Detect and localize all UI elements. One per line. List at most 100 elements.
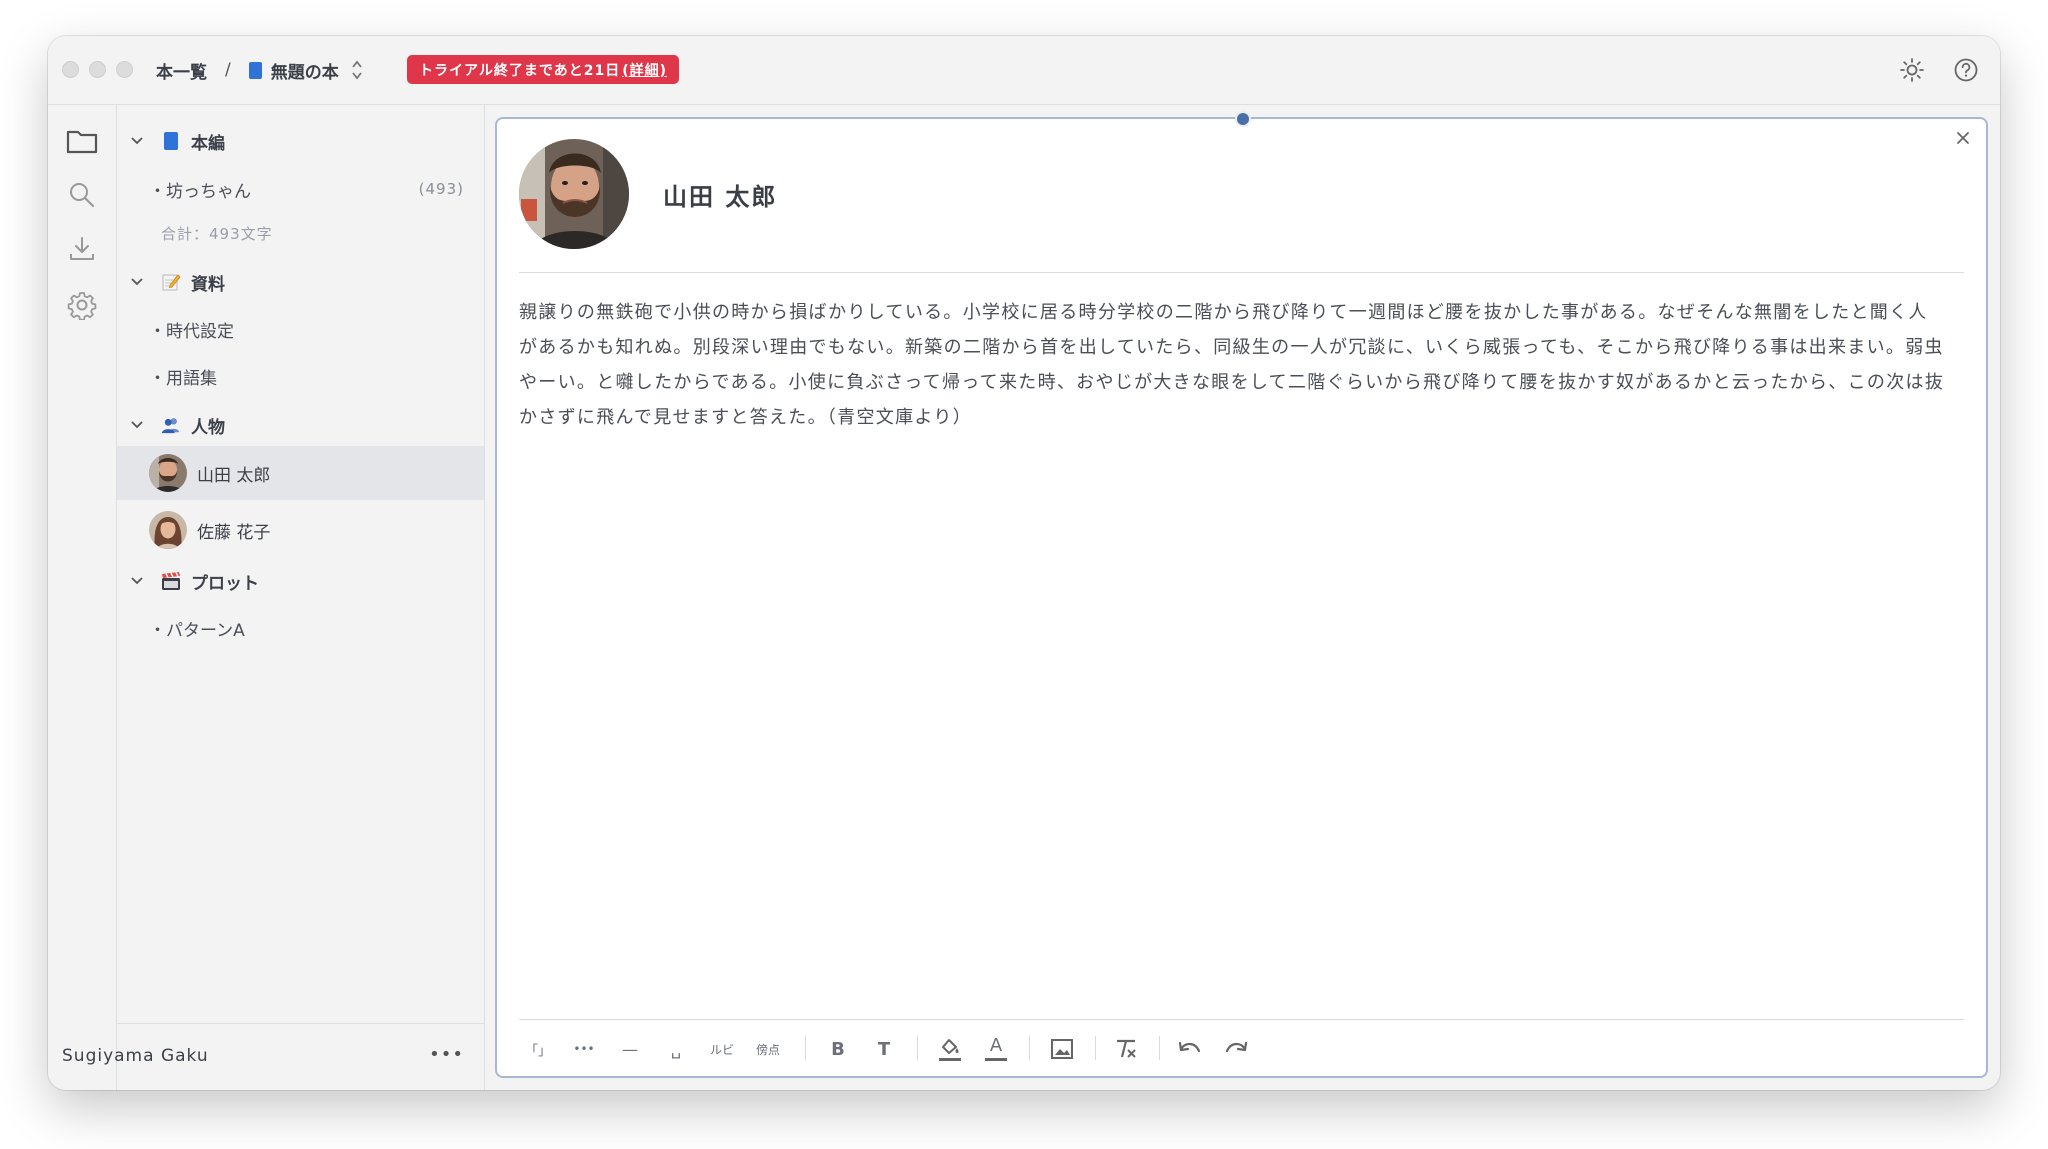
brackets-label: 「」: [524, 1043, 551, 1059]
tree-item-person-sato[interactable]: 佐藤 花子: [117, 503, 484, 557]
tree-item-yougo[interactable]: ・用語集: [117, 356, 484, 396]
breadcrumb-current-book[interactable]: 無題の本: [271, 58, 339, 83]
font-color-label: A: [989, 1035, 1003, 1056]
book-icon: [161, 131, 181, 151]
text-size-label: T: [877, 1038, 891, 1060]
highlight-icon: [939, 1039, 961, 1061]
tree-group-honpen[interactable]: 本編: [117, 121, 484, 161]
insert-ellipsis-button[interactable]: •••: [569, 1034, 599, 1064]
minimize-window-button[interactable]: [89, 61, 106, 78]
tree-item-label: ・坊っちゃん: [149, 181, 251, 202]
tree-item-label: ・時代設定: [149, 321, 234, 342]
image-icon: [1051, 1039, 1073, 1059]
character-avatar[interactable]: [519, 139, 629, 249]
toolbar-separator: [917, 1036, 918, 1060]
tree-item-label: 山田 太郎: [197, 465, 271, 486]
char-count: (493): [418, 180, 464, 198]
tree-item-label: 佐藤 花子: [197, 522, 271, 543]
chevron-down-icon[interactable]: [129, 417, 145, 433]
gear-icon: [67, 292, 97, 320]
export-nav-button[interactable]: [64, 231, 100, 267]
main-area: 山田 太郎 親譲りの無鉄砲で小供の時から損ばかりしている。小学校に居る時分学校の…: [485, 105, 2000, 1090]
resize-handle[interactable]: [1235, 111, 1251, 127]
search-nav-button[interactable]: [64, 177, 100, 213]
toolbar-separator: [1095, 1036, 1096, 1060]
ellipsis-label: •••: [573, 1042, 595, 1056]
breadcrumb-book-list[interactable]: 本一覧: [156, 58, 207, 83]
bold-label: B: [831, 1038, 845, 1060]
character-notes-text[interactable]: 親譲りの無鉄砲で小供の時から損ばかりしている。小学校に居る時分学校の二階から飛び…: [519, 295, 1946, 435]
document-tree: 本編 ・坊っちゃん (493) 合計：493文字 資料 ・時代設定 ・用語集 人…: [62, 105, 485, 1090]
tree-item-botchan[interactable]: ・坊っちゃん (493): [117, 169, 484, 209]
tree-group-jinbutsu[interactable]: 人物: [117, 405, 484, 445]
ruby-button[interactable]: ルビ: [707, 1034, 737, 1064]
toolbar-separator: [1029, 1036, 1030, 1060]
character-editor-panel: 山田 太郎 親譲りの無鉄砲で小供の時から損ばかりしている。小学校に居る時分学校の…: [495, 111, 1988, 1078]
space-label: ␣: [670, 1039, 682, 1059]
bold-button[interactable]: B: [823, 1034, 853, 1064]
titlebar-actions: [1898, 56, 1980, 84]
format-toolbar: 「」 ••• — ␣ ルビ 傍点 B T A: [519, 1019, 1964, 1076]
highlight-button[interactable]: [935, 1034, 965, 1064]
insert-image-button[interactable]: [1047, 1034, 1077, 1064]
font-color-icon: A: [985, 1037, 1007, 1061]
theme-toggle-button[interactable]: [1898, 56, 1926, 84]
memo-icon: [161, 272, 181, 292]
close-panel-button[interactable]: [1952, 127, 1974, 149]
breadcrumb-separator: /: [225, 60, 231, 80]
close-icon: [1957, 132, 1969, 144]
chevron-down-icon[interactable]: [129, 133, 145, 149]
clear-format-icon: [1117, 1039, 1136, 1058]
dash-label: —: [622, 1039, 638, 1059]
text-size-button[interactable]: T: [869, 1034, 899, 1064]
tree-group-label: プロット: [191, 573, 259, 594]
search-icon: [70, 183, 95, 208]
redo-button[interactable]: [1221, 1034, 1251, 1064]
sidebar-footer: Sugiyama Gaku •••: [62, 1023, 484, 1090]
clapperboard-icon: [161, 571, 181, 591]
book-icon: [248, 61, 262, 79]
sun-icon: [1900, 58, 1924, 82]
undo-button[interactable]: [1175, 1034, 1205, 1064]
tree-item-pattern[interactable]: ・パターンA: [117, 608, 484, 648]
title-bar: 本一覧 / 無題の本 トライアル終了まであと21日 (詳細): [48, 36, 2000, 105]
settings-nav-button[interactable]: [64, 287, 100, 323]
tree-item-jidai[interactable]: ・時代設定: [117, 309, 484, 349]
more-options-button[interactable]: •••: [429, 1044, 464, 1065]
ruby-label: ルビ: [709, 1042, 734, 1057]
tree-group-plot[interactable]: プロット: [117, 561, 484, 601]
user-name[interactable]: Sugiyama Gaku: [62, 1046, 209, 1066]
trial-badge[interactable]: トライアル終了まであと21日 (詳細): [407, 55, 679, 84]
help-button[interactable]: [1952, 56, 1980, 84]
total-char-count: 合計：493文字: [161, 224, 273, 243]
avatar: [149, 454, 187, 492]
folder-icon: [66, 130, 98, 154]
folder-nav-button[interactable]: [64, 123, 100, 159]
emphasis-label: 傍点: [755, 1042, 780, 1057]
divider: [519, 272, 1964, 273]
chevron-updown-icon[interactable]: [351, 59, 363, 81]
tree-group-label: 人物: [191, 417, 225, 438]
toolbar-separator: [1159, 1036, 1160, 1060]
tree-group-label: 本編: [191, 133, 225, 154]
tree-group-label: 資料: [191, 274, 225, 295]
avatar: [149, 511, 187, 549]
tree-item-person-yamada[interactable]: 山田 太郎: [117, 446, 484, 500]
redo-icon: [1225, 1041, 1248, 1053]
undo-icon: [1178, 1041, 1201, 1053]
chevron-down-icon[interactable]: [129, 274, 145, 290]
tree-group-shiryo[interactable]: 資料: [117, 262, 484, 302]
insert-brackets-button[interactable]: 「」: [523, 1034, 553, 1064]
zoom-window-button[interactable]: [116, 61, 133, 78]
insert-space-button[interactable]: ␣: [661, 1034, 691, 1064]
icon-rail: [48, 105, 117, 1090]
chevron-down-icon[interactable]: [129, 573, 145, 589]
insert-dash-button[interactable]: —: [615, 1034, 645, 1064]
trial-details-link[interactable]: (詳細): [622, 60, 667, 80]
close-window-button[interactable]: [62, 61, 79, 78]
toolbar-separator: [805, 1036, 806, 1060]
clear-format-button[interactable]: [1111, 1034, 1141, 1064]
character-name[interactable]: 山田 太郎: [663, 177, 777, 212]
emphasis-dots-button[interactable]: 傍点: [753, 1034, 783, 1064]
font-color-button[interactable]: A: [981, 1034, 1011, 1064]
